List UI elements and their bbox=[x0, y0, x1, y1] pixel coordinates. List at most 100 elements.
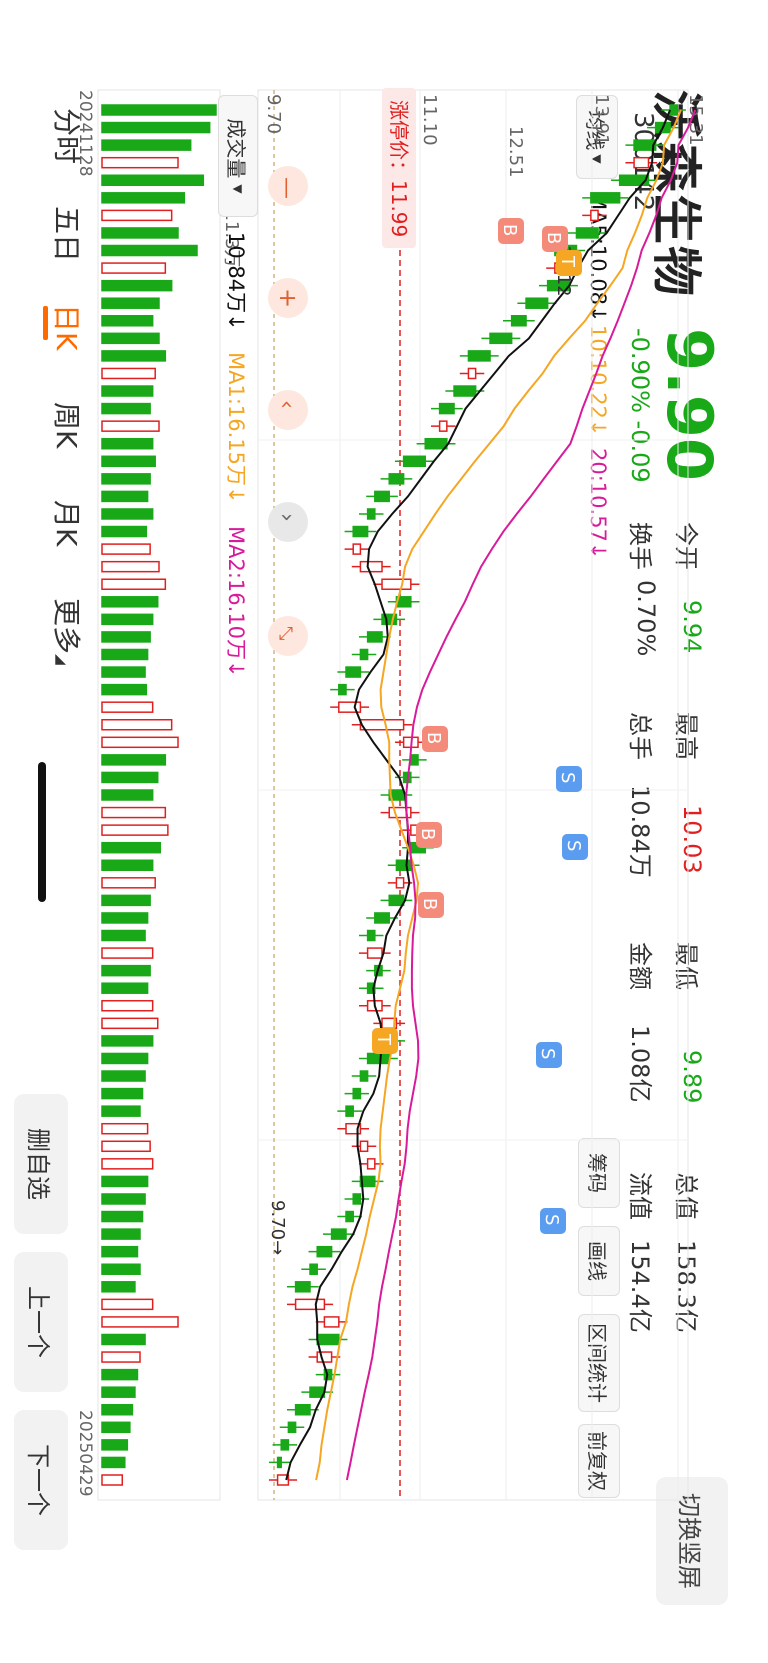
volume-bar bbox=[101, 1070, 146, 1082]
tab-weekly-k[interactable]: 周K bbox=[48, 402, 88, 448]
candle-body bbox=[381, 578, 412, 590]
volume-bar bbox=[101, 718, 173, 731]
volume-bar bbox=[101, 947, 154, 959]
t-signal-label: T bbox=[373, 1033, 394, 1046]
candle-body bbox=[366, 508, 376, 520]
volume-bar bbox=[101, 1456, 126, 1469]
scroll-right-button[interactable] bbox=[268, 502, 308, 542]
tab-monthly-k[interactable]: 月K bbox=[48, 500, 88, 546]
candle-body bbox=[345, 666, 362, 678]
buy-signal-label: B bbox=[423, 732, 444, 744]
candle-body bbox=[525, 297, 549, 309]
ma-lines-group bbox=[285, 109, 697, 1481]
volume-dropdown[interactable]: 成交量 ▼ bbox=[218, 95, 258, 217]
delete-watchlist-button[interactable]: 删自选 bbox=[14, 1094, 68, 1234]
volume-bar bbox=[101, 209, 173, 222]
candle-body bbox=[395, 877, 405, 889]
candles-group bbox=[268, 104, 686, 1486]
candle-body bbox=[280, 1439, 290, 1451]
candle-body bbox=[366, 1052, 390, 1065]
candle-body bbox=[359, 1070, 369, 1082]
volume-bar bbox=[101, 192, 186, 204]
candle-body bbox=[618, 174, 650, 187]
volume-bar bbox=[101, 1140, 151, 1153]
scroll-left-button[interactable] bbox=[268, 390, 308, 430]
volume-bar bbox=[101, 543, 151, 555]
volume-bar bbox=[101, 894, 151, 907]
volume-bar bbox=[101, 437, 154, 450]
collapse-icon: ⤡ bbox=[275, 626, 296, 640]
candle-body bbox=[352, 1193, 362, 1205]
volume-bar bbox=[101, 1245, 139, 1258]
caret-down-icon: ▼ bbox=[231, 184, 245, 194]
volume-bar bbox=[101, 490, 149, 503]
tab-more[interactable]: 更多◢ bbox=[48, 598, 88, 665]
volume-bar bbox=[101, 104, 217, 116]
volume-bar bbox=[101, 701, 154, 713]
volume-bar bbox=[101, 1193, 146, 1205]
candle-body bbox=[294, 1298, 326, 1311]
candle-body bbox=[489, 332, 513, 345]
volume-bar bbox=[101, 1351, 141, 1363]
sell-signal-label: S bbox=[537, 1048, 558, 1059]
volume-bar bbox=[101, 1333, 146, 1346]
date-end: 20250429 bbox=[75, 1410, 95, 1497]
candle-body bbox=[424, 437, 448, 450]
candle-body bbox=[575, 227, 599, 239]
volume-current: 10.84万↓ bbox=[224, 232, 248, 331]
candle-body bbox=[402, 455, 426, 468]
candle-body bbox=[467, 350, 491, 362]
volume-bar bbox=[101, 139, 192, 151]
candle-body bbox=[316, 1245, 333, 1258]
volume-bar bbox=[101, 227, 179, 239]
tab-intraday[interactable]: 分时 bbox=[48, 108, 88, 164]
volume-bar bbox=[101, 613, 154, 626]
candle-body bbox=[374, 490, 390, 503]
volume-bar bbox=[101, 455, 156, 468]
tab-daily-k[interactable]: 日K bbox=[48, 304, 88, 350]
next-stock-button[interactable]: 下一个 bbox=[14, 1410, 68, 1550]
volume-bar bbox=[101, 806, 167, 819]
candle-body bbox=[316, 1333, 340, 1346]
volume-bar bbox=[101, 1228, 141, 1240]
volume-bar bbox=[101, 367, 156, 380]
volume-bar bbox=[101, 666, 146, 678]
volume-bar bbox=[101, 578, 167, 590]
candle-body bbox=[438, 420, 448, 432]
volume-bar bbox=[101, 262, 167, 274]
axis-label-p3: 12.51 bbox=[505, 126, 526, 178]
volume-bar bbox=[101, 841, 162, 854]
volume-bars-group bbox=[101, 104, 217, 1486]
home-indicator bbox=[38, 762, 46, 902]
volume-bar bbox=[101, 596, 159, 608]
ma10-line bbox=[315, 109, 682, 1481]
kline-chart[interactable]: 15.31 13.91 12.51 11.10 9.70 涨停价：11.99 ←… bbox=[0, 0, 768, 1663]
previous-stock-button[interactable]: 上一个 bbox=[14, 1252, 68, 1392]
chevron-left-icon: ‹ bbox=[274, 400, 299, 409]
candle-body bbox=[510, 315, 527, 327]
candle-body bbox=[287, 1421, 297, 1434]
candle-body bbox=[345, 1105, 354, 1117]
tab-five-day[interactable]: 五日 bbox=[48, 206, 88, 262]
candle-body bbox=[366, 947, 383, 959]
volume-bar bbox=[101, 877, 156, 889]
price-panel-frame bbox=[257, 89, 689, 1501]
volume-bar bbox=[101, 1000, 154, 1012]
volume-bar bbox=[101, 315, 154, 327]
min-price-marker: 9.70→ bbox=[267, 1200, 288, 1255]
volume-bar bbox=[101, 1210, 144, 1223]
sell-signal-label: S bbox=[563, 840, 584, 851]
candle-body bbox=[388, 894, 405, 907]
volume-bar bbox=[101, 1386, 136, 1398]
volume-dropdown-label: 成交量 bbox=[224, 118, 249, 179]
candle-body bbox=[374, 912, 390, 924]
volume-bar bbox=[101, 402, 151, 415]
volume-bar bbox=[101, 789, 154, 801]
candle-body bbox=[359, 718, 405, 731]
candle-body bbox=[330, 1228, 347, 1240]
sell-signal-label: S bbox=[557, 772, 578, 783]
minus-icon: — bbox=[274, 177, 299, 199]
volume-bar bbox=[101, 1281, 136, 1293]
candle-body bbox=[438, 402, 455, 415]
axis-label-p1: 15.31 bbox=[685, 94, 706, 146]
